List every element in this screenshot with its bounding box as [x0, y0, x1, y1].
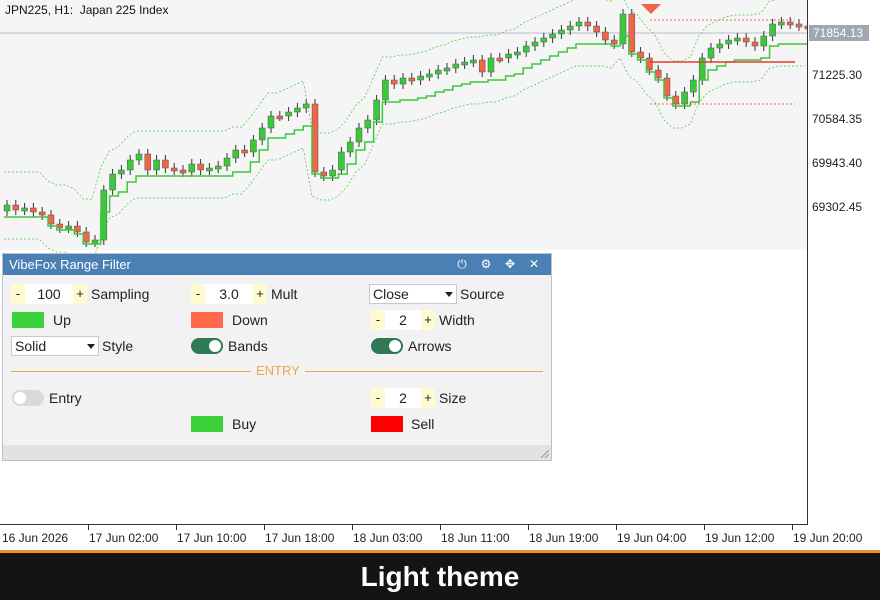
width-minus-button[interactable]: -: [371, 310, 385, 330]
sampling-stepper[interactable]: - 100 +: [11, 284, 87, 304]
time-label: 19 Jun 04:00: [617, 531, 687, 545]
time-label: 17 Jun 02:00: [89, 531, 159, 545]
sampling-value[interactable]: 100: [25, 284, 73, 304]
time-label: 16 Jun 2026: [2, 531, 69, 545]
price-axis: 71225.30 70584.35 69943.40 69302.45: [808, 0, 880, 525]
source-label: Source: [460, 286, 505, 302]
current-price-tag: 71854.13: [809, 25, 869, 41]
time-tick: [528, 525, 529, 530]
price-label: 71225.30: [812, 68, 863, 82]
time-tick: [176, 525, 177, 530]
style-select[interactable]: Solid: [11, 336, 99, 356]
time-tick: [616, 525, 617, 530]
sampling-label: Sampling: [91, 286, 150, 302]
close-icon[interactable]: ✕: [527, 254, 541, 275]
bands-toggle[interactable]: [191, 338, 223, 354]
panel-footer: [3, 445, 551, 460]
mult-minus-button[interactable]: -: [191, 284, 205, 304]
entry-toggle[interactable]: [12, 390, 44, 406]
time-tick: [264, 525, 265, 530]
price-label: 69943.40: [812, 156, 863, 170]
section-divider: [305, 371, 543, 372]
width-plus-button[interactable]: +: [421, 310, 435, 330]
down-label: Down: [232, 312, 268, 328]
width-stepper[interactable]: - 2 +: [371, 310, 435, 330]
chevron-down-icon: [87, 344, 95, 349]
toggle-knob: [389, 340, 401, 352]
sell-color-swatch[interactable]: [371, 416, 403, 432]
down-color-swatch[interactable]: [191, 312, 223, 328]
width-label: Width: [439, 312, 475, 328]
resize-grip-icon[interactable]: [541, 450, 549, 458]
price-label: 70584.35: [812, 112, 863, 126]
time-label: 17 Jun 18:00: [265, 531, 335, 545]
source-select[interactable]: Close: [369, 284, 457, 304]
time-label: 18 Jun 19:00: [529, 531, 599, 545]
gear-icon[interactable]: ⚙: [479, 254, 493, 275]
source-value: Close: [373, 286, 409, 302]
time-label: 19 Jun 20:00: [793, 531, 863, 545]
time-label: 17 Jun 10:00: [177, 531, 247, 545]
style-value: Solid: [15, 338, 47, 354]
size-plus-button[interactable]: +: [421, 388, 435, 408]
style-label: Style: [102, 338, 134, 354]
panel-title: VibeFox Range Filter: [9, 257, 131, 272]
price-label: 69302.45: [812, 200, 863, 214]
range-filter-panel: VibeFox Range Filter ⏻ ⚙ ✥ ✕ - 100 + Sam…: [2, 253, 552, 461]
arrows-toggle[interactable]: [371, 338, 403, 354]
power-icon[interactable]: ⏻: [455, 254, 469, 275]
sell-label: Sell: [411, 416, 435, 432]
size-minus-button[interactable]: -: [371, 388, 385, 408]
panel-header[interactable]: VibeFox Range Filter ⏻ ⚙ ✥ ✕: [3, 254, 551, 275]
size-label: Size: [439, 390, 467, 406]
buy-label: Buy: [232, 416, 257, 432]
up-color-swatch[interactable]: [12, 312, 44, 328]
sampling-plus-button[interactable]: +: [73, 284, 87, 304]
up-label: Up: [53, 312, 71, 328]
bands-label: Bands: [228, 338, 268, 354]
chart-title: JPN225, H1: Japan 225 Index: [5, 3, 169, 17]
section-title-entry: ENTRY: [256, 363, 300, 378]
time-tick: [352, 525, 353, 530]
mult-label: Mult: [271, 286, 298, 302]
chevron-down-icon: [445, 292, 453, 297]
arrows-label: Arrows: [408, 338, 452, 354]
time-label: 19 Jun 12:00: [705, 531, 775, 545]
mult-stepper[interactable]: - 3.0 +: [191, 284, 267, 304]
time-tick: [88, 525, 89, 530]
size-value[interactable]: 2: [385, 388, 421, 408]
entry-label: Entry: [49, 390, 82, 406]
sampling-minus-button[interactable]: -: [11, 284, 25, 304]
toggle-knob: [209, 340, 221, 352]
section-divider: [11, 371, 251, 372]
time-tick: [792, 525, 793, 530]
time-label: 18 Jun 03:00: [353, 531, 423, 545]
toggle-knob: [14, 392, 26, 404]
time-label: 18 Jun 11:00: [441, 531, 510, 545]
mult-plus-button[interactable]: +: [253, 284, 267, 304]
width-value[interactable]: 2: [385, 310, 421, 330]
move-icon[interactable]: ✥: [503, 254, 517, 275]
theme-banner: Light theme: [0, 553, 880, 600]
time-tick: [704, 525, 705, 530]
size-stepper[interactable]: - 2 +: [371, 388, 435, 408]
time-tick: [440, 525, 441, 530]
buy-color-swatch[interactable]: [191, 416, 223, 432]
mult-value[interactable]: 3.0: [205, 284, 253, 304]
